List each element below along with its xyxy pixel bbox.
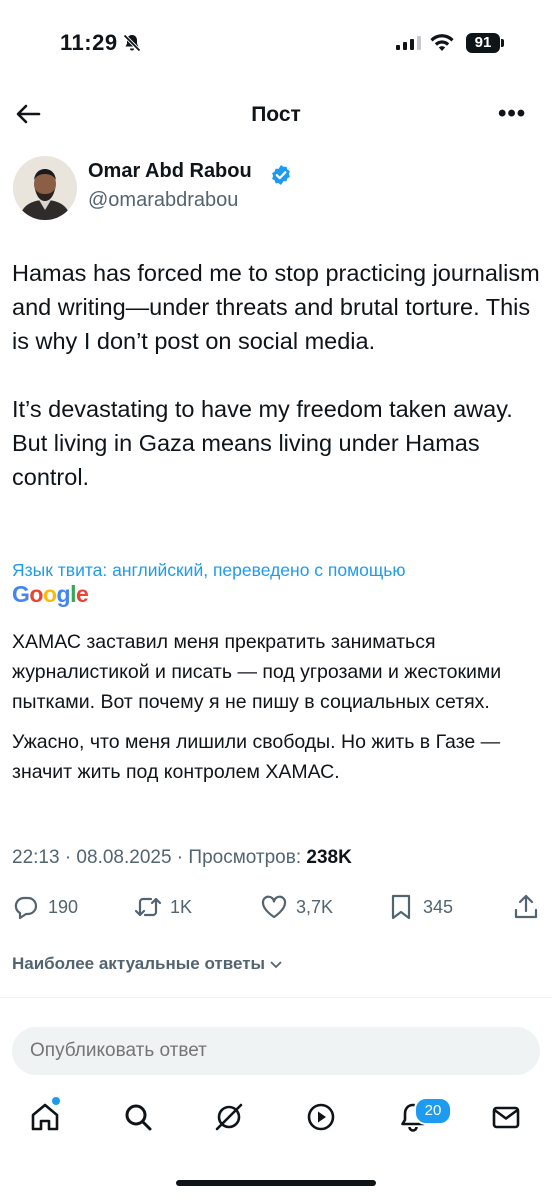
repost-button[interactable]: 1K xyxy=(134,893,192,921)
share-icon xyxy=(514,894,538,919)
battery-level: 91 xyxy=(466,33,500,53)
post-timestamp: 22:13 · 08.08.2025 · Просмотров: xyxy=(12,847,307,868)
author-handle[interactable]: @omarabdrabou xyxy=(88,189,238,212)
more-horizontal-icon[interactable]: ••• xyxy=(498,102,526,126)
verified-badge-icon[interactable] xyxy=(270,164,292,186)
status-time: 11:29 xyxy=(60,30,118,55)
page-title: Пост xyxy=(251,103,301,126)
reply-input[interactable] xyxy=(12,1027,540,1075)
wifi-icon xyxy=(430,34,454,51)
battery-icon xyxy=(501,39,504,47)
replies-sort-selector[interactable]: Наиболее актуальные ответы xyxy=(12,954,283,974)
post-meta: 22:13 · 08.08.2025 · Просмотров: 238K xyxy=(12,847,352,869)
bell-slash-icon xyxy=(123,34,141,52)
translated-paragraph: ХАМАС заставил меня прекратить заниматьс… xyxy=(12,631,502,713)
bookmark-count: 345 xyxy=(423,896,454,917)
tweet-text: Hamas has forced me to stop practicing j… xyxy=(12,256,542,528)
divider xyxy=(0,997,552,998)
video-icon[interactable] xyxy=(304,1100,338,1134)
bookmark-icon xyxy=(391,894,411,920)
repost-count: 1K xyxy=(170,896,193,917)
bookmark-button[interactable]: 345 xyxy=(387,893,453,921)
search-icon[interactable] xyxy=(121,1100,155,1134)
tweet-paragraph: Hamas has forced me to stop practicing j… xyxy=(12,260,540,354)
grok-icon[interactable] xyxy=(212,1100,246,1134)
messages-icon[interactable] xyxy=(489,1100,523,1134)
reply-count: 190 xyxy=(48,896,79,917)
repost-icon xyxy=(134,897,162,917)
author-name[interactable]: Omar Abd Rabou xyxy=(88,160,252,183)
reply-icon xyxy=(14,896,38,920)
replies-sort-label: Наиболее актуальные ответы xyxy=(12,954,266,973)
views-count[interactable]: 238K xyxy=(306,847,351,868)
translated-text: ХАМАС заставил меня прекратить заниматьс… xyxy=(12,627,542,797)
cellular-signal-icon xyxy=(396,36,421,50)
heart-icon xyxy=(261,895,287,919)
home-indicator xyxy=(176,1180,376,1186)
reply-button[interactable]: 190 xyxy=(12,893,78,921)
google-logo: Google xyxy=(12,581,89,607)
tweet-paragraph: It’s devastating to have my freedom take… xyxy=(12,396,513,490)
chevron-down-icon xyxy=(270,961,282,969)
like-count: 3,7K xyxy=(296,896,334,917)
home-icon[interactable] xyxy=(28,1100,62,1134)
home-unread-dot xyxy=(52,1097,60,1105)
share-button[interactable] xyxy=(512,893,540,921)
translation-note[interactable]: Язык твита: английский, переведено с пом… xyxy=(12,560,406,581)
notifications-badge: 20 xyxy=(414,1097,452,1125)
like-button[interactable]: 3,7K xyxy=(260,893,333,921)
avatar[interactable] xyxy=(13,156,77,220)
translated-paragraph: Ужасно, что меня лишили свободы. Но жить… xyxy=(12,731,501,783)
